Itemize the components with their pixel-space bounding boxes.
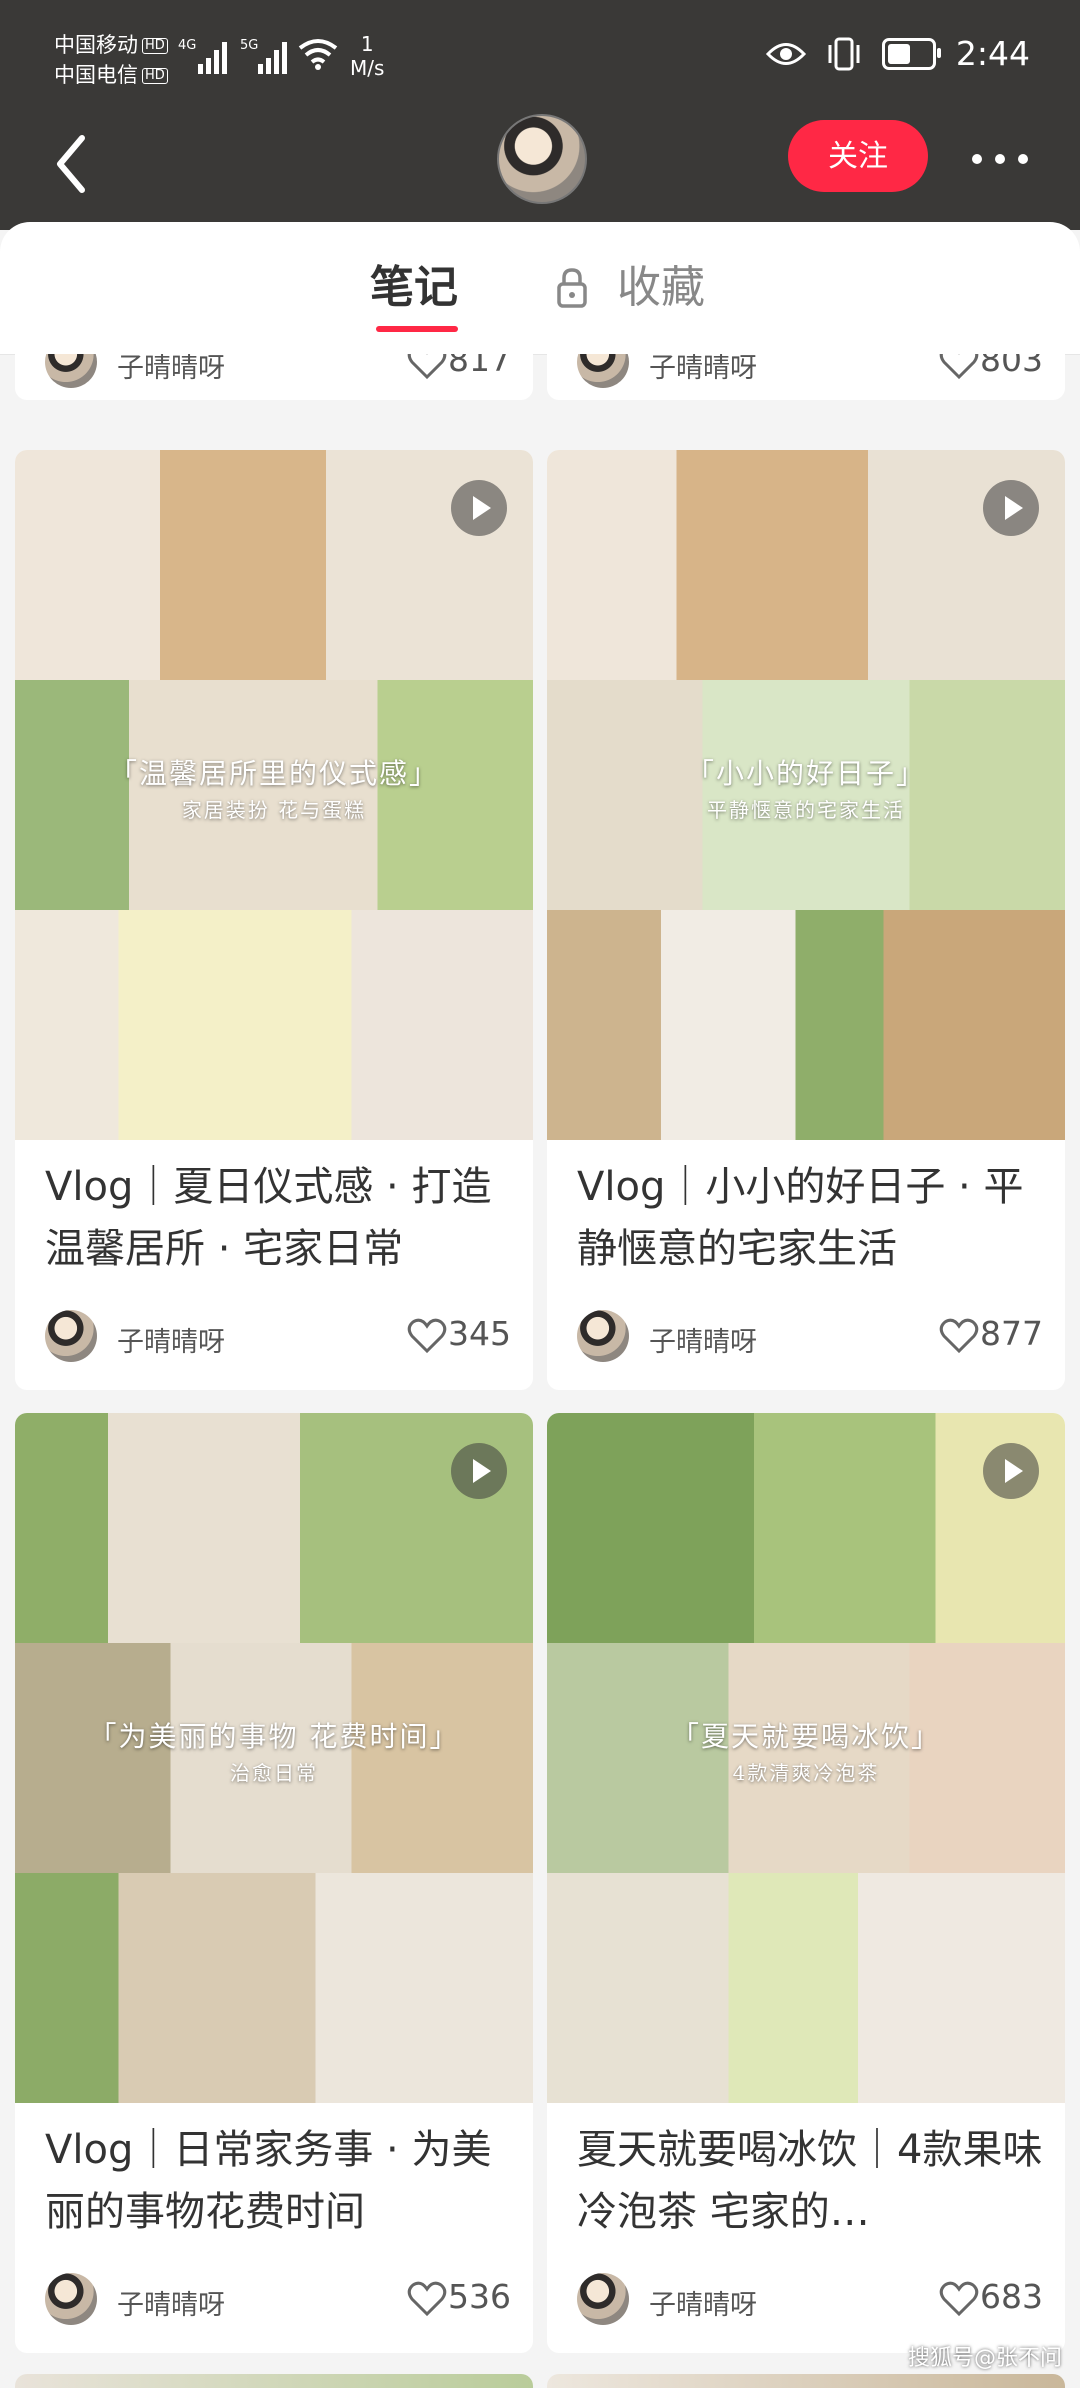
- nav-bar: 关注: [0, 110, 1080, 230]
- note-card[interactable]: [547, 2374, 1065, 2388]
- tab-bar: 笔记 收藏: [0, 222, 1080, 355]
- eye-icon: [765, 42, 806, 65]
- note-card[interactable]: 子晴晴呀 817: [15, 354, 533, 400]
- note-card[interactable]: 「温馨居所里的仪式感」 家居装扮 花与蛋糕 Vlog｜夏日仪式感 · 打造温馨居…: [15, 450, 533, 1390]
- author-name: 子晴晴呀: [649, 2290, 757, 2321]
- avatar: [45, 2273, 97, 2325]
- note-title: 夏天就要喝冰饮｜4款果味冷泡茶 宅家的…: [577, 2127, 1043, 2235]
- top-header: 中国移动 HD 中国电信 HD 4G 5G 1 M/s 2:44 关注: [0, 0, 1080, 230]
- note-card[interactable]: 「夏天就要喝冰饮」 4款清爽冷泡茶 夏天就要喝冰饮｜4款果味冷泡茶 宅家的… 子…: [547, 1413, 1065, 2353]
- note-title: Vlog｜小小的好日子 · 平静惬意的宅家生活: [577, 1164, 1024, 1272]
- carrier-2: 中国电信: [54, 63, 138, 87]
- status-bar: 中国移动 HD 中国电信 HD 4G 5G 1 M/s 2:44: [0, 0, 1080, 120]
- cover-image: 「温馨居所里的仪式感」 家居装扮 花与蛋糕: [15, 450, 533, 1140]
- cover-subtitle: 4款清爽冷泡茶: [732, 1761, 880, 1785]
- cover-subtitle: 治愈日常: [230, 1761, 318, 1785]
- author-avatar[interactable]: [497, 114, 587, 204]
- note-card[interactable]: 子晴晴呀 803: [547, 354, 1065, 400]
- author-name: 子晴晴呀: [117, 2290, 225, 2321]
- signal-icon: [198, 40, 228, 74]
- speed-unit: M/s: [350, 56, 385, 80]
- cover-title: 「小小的好日子」: [685, 757, 926, 790]
- cover-title: 「夏天就要喝冰饮」: [670, 1720, 941, 1753]
- vibrate-icon: [828, 37, 860, 70]
- note-title: Vlog｜日常家务事 · 为美丽的事物花费时间: [45, 2127, 492, 2235]
- cover-title: 「温馨居所里的仪式感」: [108, 757, 439, 790]
- heart-icon[interactable]: [407, 1318, 447, 1354]
- card-meta: 子晴晴呀 877: [577, 1308, 1043, 1364]
- carrier-1: 中国移动: [54, 33, 138, 57]
- like-count: 817: [448, 354, 511, 379]
- tab-favorites[interactable]: 收藏: [555, 258, 705, 318]
- notes-feed[interactable]: 子晴晴呀 817 子晴晴呀 803 「温馨居所里的仪式感」 家居装扮 花与蛋糕 …: [0, 354, 1080, 2388]
- like-count: 803: [980, 354, 1043, 379]
- author-name: 子晴晴呀: [649, 1327, 757, 1358]
- avatar: [45, 1310, 97, 1362]
- back-arrow-icon[interactable]: [48, 128, 98, 198]
- cover-image: 「为美丽的事物 花费时间」 治愈日常: [15, 1413, 533, 2103]
- card-meta: 子晴晴呀 817: [45, 354, 511, 390]
- heart-icon[interactable]: [407, 2281, 447, 2317]
- follow-button[interactable]: 关注: [788, 120, 928, 192]
- cover-subtitle: 家居装扮 花与蛋糕: [181, 798, 367, 822]
- heart-icon[interactable]: [939, 2281, 979, 2317]
- signal-icon: [258, 40, 288, 74]
- note-card[interactable]: [15, 2374, 533, 2388]
- author-name: 子晴晴呀: [649, 354, 757, 384]
- play-icon: [451, 1443, 507, 1499]
- carrier-info: 中国移动 HD 中国电信 HD: [54, 30, 168, 90]
- play-icon: [451, 480, 507, 536]
- cover-title: 「为美丽的事物 花费时间」: [88, 1720, 460, 1753]
- cover-image: 「夏天就要喝冰饮」 4款清爽冷泡茶: [547, 1413, 1065, 2103]
- like-count: 877: [980, 1314, 1043, 1353]
- clock: 2:44: [955, 34, 1030, 73]
- play-icon: [983, 480, 1039, 536]
- heart-icon[interactable]: [939, 354, 979, 380]
- like-count: 683: [980, 2277, 1043, 2316]
- avatar: [577, 2273, 629, 2325]
- card-meta: 子晴晴呀 803: [577, 354, 1043, 390]
- network-type-1: 4G: [178, 38, 197, 53]
- card-meta: 子晴晴呀 536: [45, 2271, 511, 2327]
- card-meta: 子晴晴呀 683: [577, 2271, 1043, 2327]
- card-meta: 子晴晴呀 345: [45, 1308, 511, 1364]
- network-speed: 1 M/s: [350, 32, 384, 80]
- play-icon: [983, 1443, 1039, 1499]
- heart-icon[interactable]: [407, 354, 447, 380]
- cover-subtitle: 平静惬意的宅家生活: [707, 798, 905, 822]
- status-right: 2:44: [765, 34, 1030, 73]
- like-count: 536: [448, 2277, 511, 2316]
- battery-icon: [881, 37, 941, 70]
- hd-badge: HD: [142, 68, 168, 84]
- note-card[interactable]: 「为美丽的事物 花费时间」 治愈日常 Vlog｜日常家务事 · 为美丽的事物花费…: [15, 1413, 533, 2353]
- cover-image: 「小小的好日子」 平静惬意的宅家生活: [547, 450, 1065, 1140]
- avatar: [45, 354, 97, 388]
- more-options-icon[interactable]: [970, 140, 1030, 180]
- note-title: Vlog｜夏日仪式感 · 打造温馨居所 · 宅家日常: [45, 1164, 492, 1272]
- avatar: [577, 1310, 629, 1362]
- avatar: [577, 354, 629, 388]
- wifi-icon: [298, 39, 338, 70]
- tab-notes[interactable]: 笔记: [370, 258, 458, 318]
- speed-value: 1: [360, 32, 374, 56]
- watermark: 搜狐号@张不问: [907, 2346, 1062, 2371]
- network-type-2: 5G: [240, 38, 259, 53]
- hd-badge: HD: [142, 38, 168, 54]
- active-tab-indicator: [376, 326, 458, 332]
- note-card[interactable]: 「小小的好日子」 平静惬意的宅家生活 Vlog｜小小的好日子 · 平静惬意的宅家…: [547, 450, 1065, 1390]
- author-name: 子晴晴呀: [117, 354, 225, 384]
- heart-icon[interactable]: [939, 1318, 979, 1354]
- tab-favorites-label: 收藏: [617, 262, 705, 313]
- like-count: 345: [448, 1314, 511, 1353]
- author-name: 子晴晴呀: [117, 1327, 225, 1358]
